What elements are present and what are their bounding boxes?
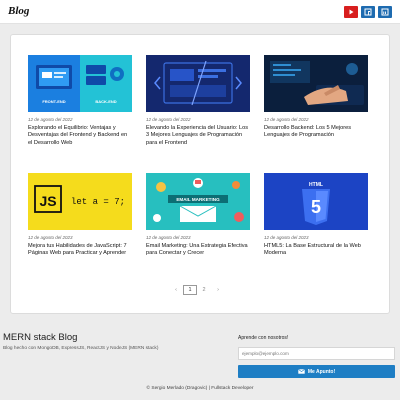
email-input[interactable]: [238, 347, 395, 360]
page-button-1[interactable]: 1: [183, 285, 197, 295]
thumb-label: JS: [39, 193, 56, 209]
post-card[interactable]: FRONT-END BACK-END 12 de agosto del 2022…: [28, 55, 132, 147]
post-title[interactable]: Email Marketing: Una Estrategia Efectiva…: [146, 243, 250, 258]
post-date: 12 de agosto del 2022: [28, 117, 73, 122]
post-thumbnail[interactable]: [264, 55, 368, 112]
subscribe-button[interactable]: Me Apunto!: [238, 365, 395, 378]
post-title[interactable]: Desarrollo Backend: Los 5 Mejores Lengua…: [264, 125, 368, 140]
post-card[interactable]: JS let a = 7; 12 de agosto del 2023 Mejo…: [28, 173, 132, 258]
site-logo[interactable]: Blog: [8, 5, 29, 17]
pagination: ‹ 1 2 ›: [169, 285, 225, 295]
mail-icon: [297, 369, 305, 374]
youtube-icon[interactable]: [344, 6, 358, 18]
social-links: [344, 6, 392, 18]
post-title[interactable]: Explorando el Equilibrio: Ventajas y Des…: [28, 125, 132, 147]
prev-page-button[interactable]: ‹: [169, 285, 183, 295]
posts-panel: FRONT-END BACK-END 12 de agosto del 2022…: [10, 34, 390, 314]
post-date: 12 de agosto del 2023: [146, 235, 191, 240]
post-card[interactable]: EMAIL MARKETING 12 de agosto del 2023 Em…: [146, 173, 250, 258]
post-date: 12 de agosto del 2023: [264, 235, 309, 240]
post-date: 12 de agosto del 2022: [264, 117, 309, 122]
facebook-icon[interactable]: [361, 6, 375, 18]
thumb-label: 5: [311, 197, 321, 217]
post-card[interactable]: 12 de agosto del 2022 Desarrollo Backend…: [264, 55, 368, 140]
page-button-2[interactable]: 2: [197, 285, 211, 295]
next-page-button[interactable]: ›: [211, 285, 225, 295]
footer-title: MERN stack Blog: [3, 332, 78, 343]
top-navbar: Blog: [0, 0, 400, 24]
post-thumbnail[interactable]: EMAIL MARKETING: [146, 173, 250, 230]
post-date: 12 de agosto del 2022: [146, 117, 191, 122]
post-thumbnail[interactable]: JS let a = 7;: [28, 173, 132, 230]
post-thumbnail[interactable]: [146, 55, 250, 112]
thumb-label: BACK-END: [95, 99, 116, 104]
post-title[interactable]: Elevando la Experiencia del Usuario: Los…: [146, 125, 250, 147]
copyright: © Sergio Merlado (Dragovic) | Fullstack …: [146, 386, 254, 391]
post-thumbnail[interactable]: HTML 5: [264, 173, 368, 230]
subscribe-label: Aprende con nosotros!: [238, 335, 289, 341]
post-card[interactable]: 12 de agosto del 2022 Elevando la Experi…: [146, 55, 250, 147]
thumb-label: HTML: [309, 182, 323, 188]
subscribe-button-label: Me Apunto!: [307, 368, 336, 375]
thumb-label: let a = 7;: [71, 197, 125, 207]
thumb-label: EMAIL MARKETING: [176, 197, 220, 202]
post-card[interactable]: HTML 5 12 de agosto del 2023 HTML5: La B…: [264, 173, 368, 258]
footer-description: Blog hecho con MongoDB, ExpressJS, React…: [3, 346, 159, 351]
post-date: 12 de agosto del 2023: [28, 235, 73, 240]
post-thumbnail[interactable]: FRONT-END BACK-END: [28, 55, 132, 112]
linkedin-icon[interactable]: [378, 6, 392, 18]
post-title[interactable]: Mejora tus Habilidades de JavaScript: 7 …: [28, 243, 132, 258]
thumb-label: FRONT-END: [42, 99, 65, 104]
post-title[interactable]: HTML5: La Base Estructural de la Web Mod…: [264, 243, 368, 258]
